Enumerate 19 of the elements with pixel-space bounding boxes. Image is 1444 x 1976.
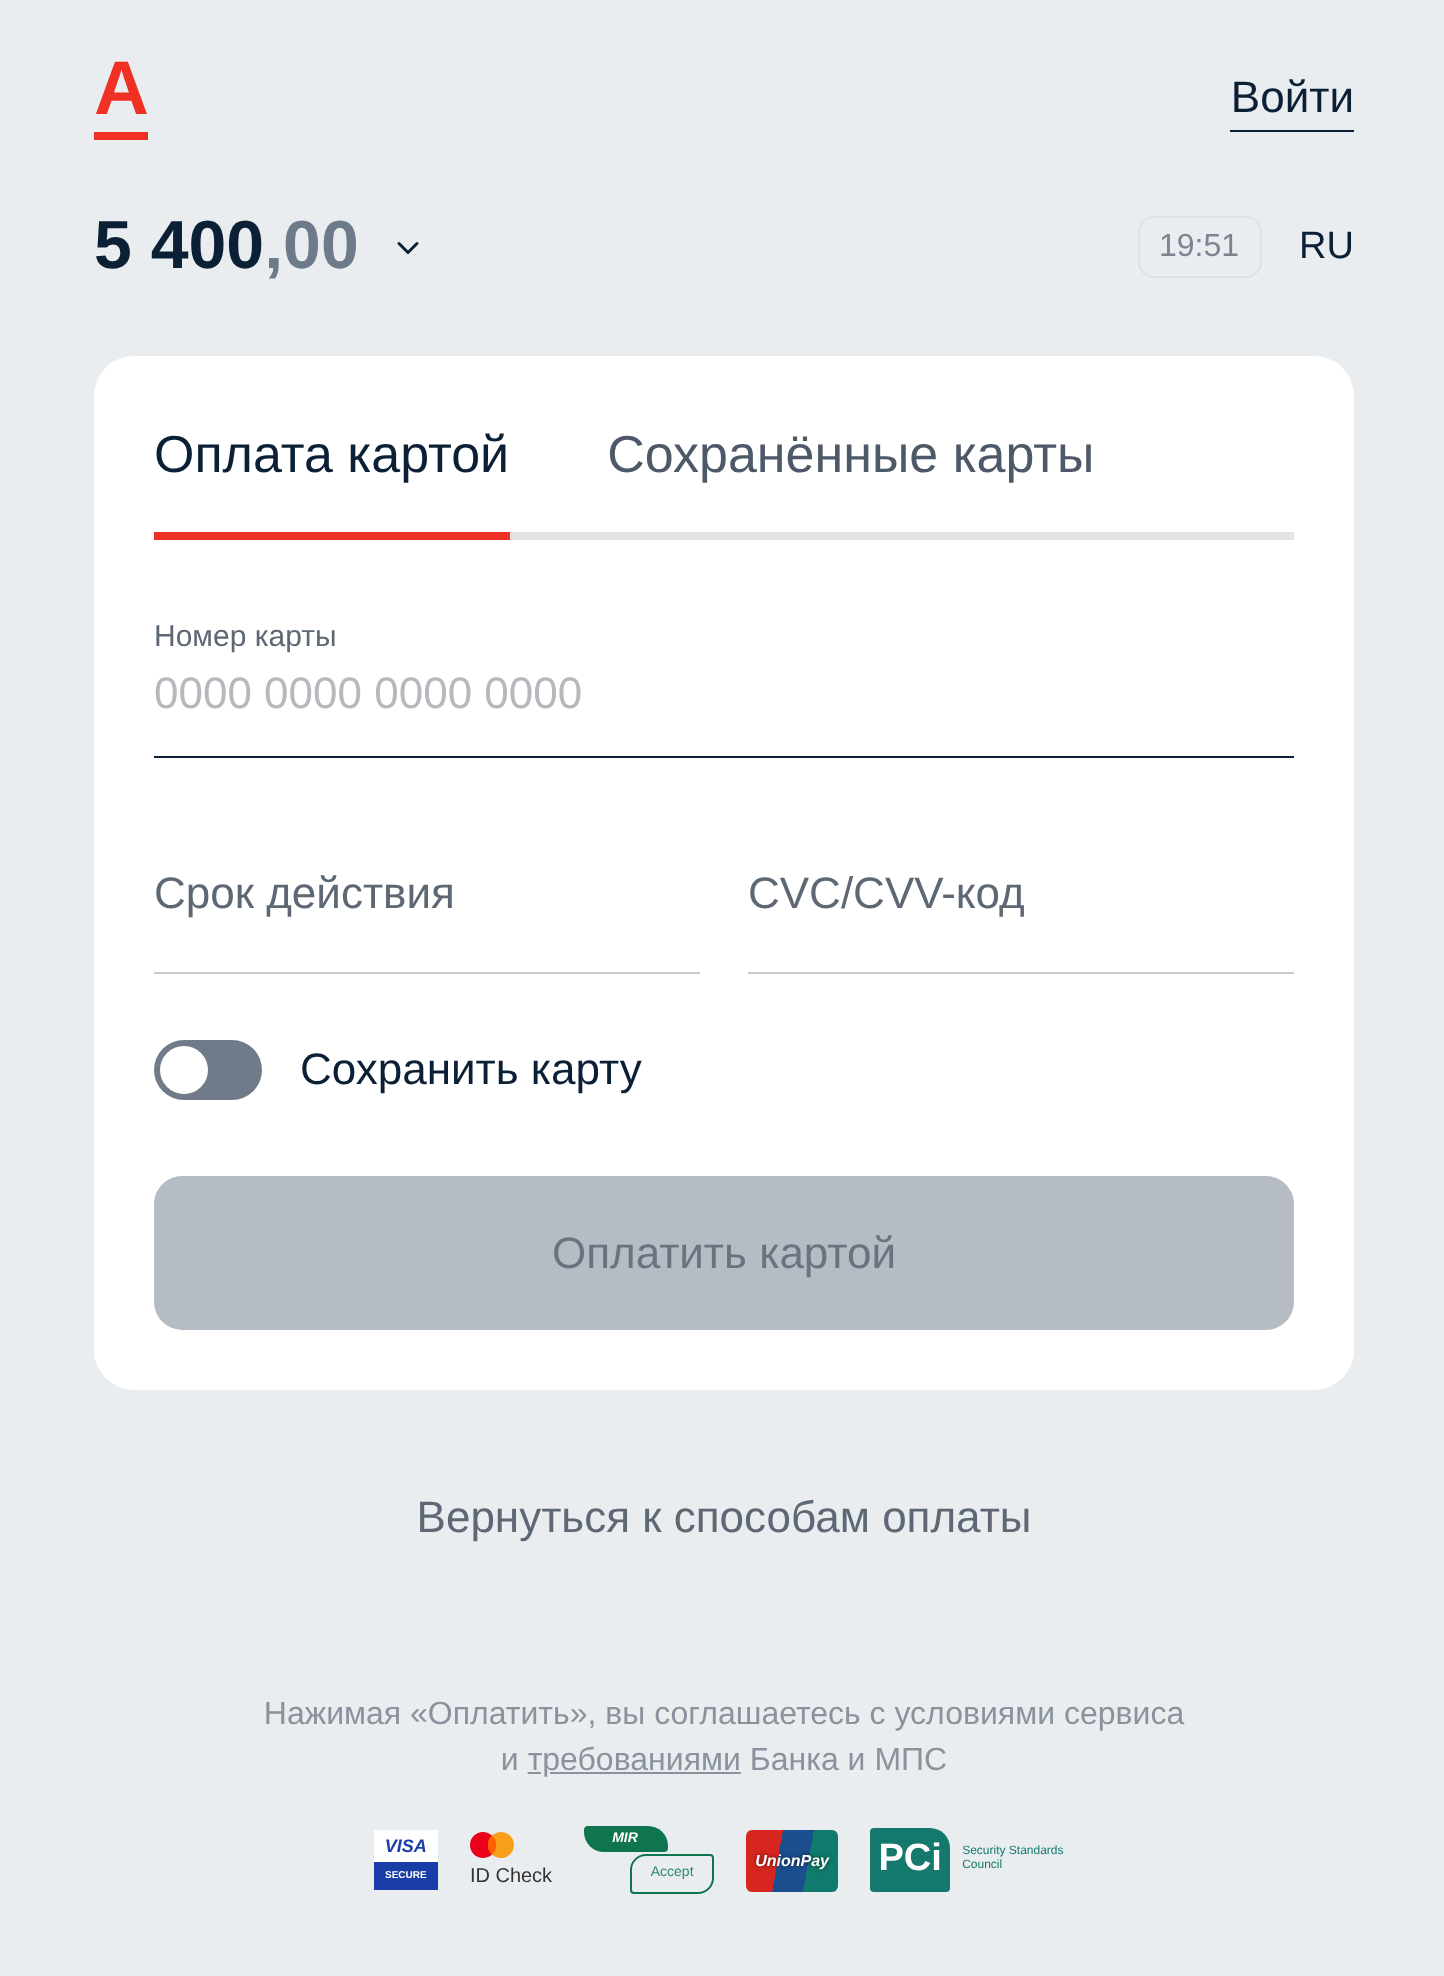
- bank-logo: А: [94, 60, 149, 140]
- login-link[interactable]: Войти: [1230, 72, 1354, 132]
- payment-tab[interactable]: Оплата картой: [154, 422, 510, 540]
- overlapping-circles-icon: [469, 1831, 514, 1857]
- save-card-label: Сохранить карту: [300, 1044, 642, 1096]
- timer-badge: 19:51: [1137, 216, 1262, 278]
- id-check-wordmark: ID Check: [469, 1865, 553, 1889]
- back-to-payment-methods-link[interactable]: Вернуться к способам оплаты: [416, 1492, 1032, 1542]
- expiry-field[interactable]: Срок действия: [154, 840, 700, 974]
- language-link[interactable]: RU: [1299, 225, 1354, 269]
- amount-text: 5 400,00: [94, 210, 359, 284]
- save-card-toggle[interactable]: [154, 1040, 262, 1100]
- consent-text: Нажимая «Оплатить», вы соглашаетесь с условиями сервиса и требованиями Банка и МПС: [263, 1696, 1185, 1782]
- pci-wordmark: PCi: [870, 1828, 951, 1892]
- card-number-field[interactable]: 0000 0000 0000 0000: [154, 656, 1294, 758]
- payment-tab[interactable]: Сохранённые карты: [607, 422, 1095, 540]
- cvc-field[interactable]: CVC/CVV-код: [748, 840, 1294, 974]
- card-number-label: Номер карты: [154, 620, 339, 656]
- visa-wordmark: VISA: [373, 1830, 438, 1862]
